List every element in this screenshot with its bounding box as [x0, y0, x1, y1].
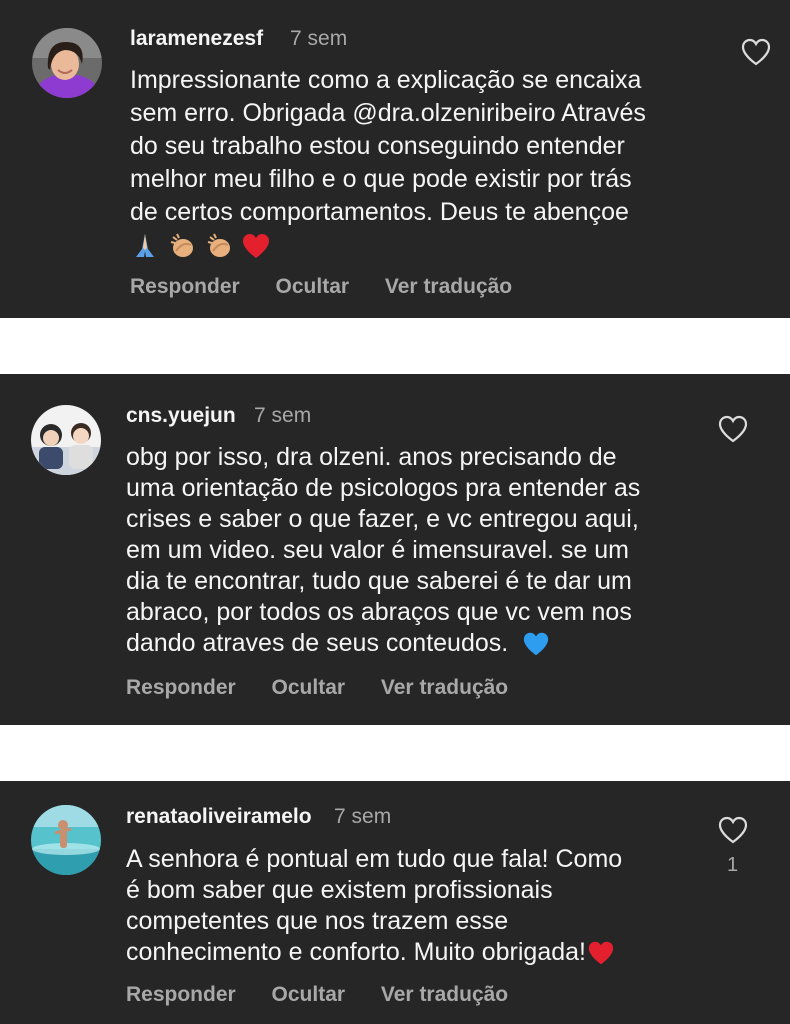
- clapping-hands-icon: [170, 233, 193, 258]
- hide-button[interactable]: Ocultar: [276, 275, 350, 299]
- comment-line: A senhora é pontual em tudo que fala! Co…: [126, 845, 623, 873]
- hide-button[interactable]: Ocultar: [272, 983, 346, 1007]
- avatar[interactable]: [32, 28, 102, 98]
- like-count: 1: [727, 854, 739, 876]
- comment-line: crises e saber o que fazer, e vc entrego…: [126, 505, 639, 533]
- like-heart-icon[interactable]: [717, 414, 749, 444]
- comment-timestamp: 7 sem: [290, 27, 348, 50]
- like-heart-icon[interactable]: [717, 815, 749, 845]
- comment-line: abraco, por todos os abraços que vc vem …: [126, 598, 632, 626]
- comment-timestamp: 7 sem: [254, 404, 312, 427]
- avatar[interactable]: [31, 405, 101, 475]
- comment-line: obg por isso, dra olzeni. anos precisand…: [126, 443, 617, 471]
- comment-card: cns.yuejun 7 sem obg por isso, dra olzen…: [0, 374, 790, 725]
- comment-line: uma orientação de psicologos pra entende…: [126, 474, 641, 502]
- emoji-line: [130, 229, 730, 262]
- comment-line: é bom saber que existem profissionais: [126, 876, 553, 904]
- comment-text: A senhora é pontual em tudo que fala! Co…: [126, 844, 726, 968]
- comment-line: conhecimento e conforto. Muito obrigada!: [126, 938, 586, 966]
- comment-line: Impressionante como a explicação se enca…: [130, 66, 642, 94]
- translate-button[interactable]: Ver tradução: [385, 275, 512, 299]
- comment-line: melhor meu filho e o que pode existir po…: [130, 165, 632, 193]
- comment-line: em um video. seu valor é imensuravel. se…: [126, 536, 629, 564]
- red-heart-icon: [588, 942, 614, 965]
- comment-line-last: conhecimento e conforto. Muito obrigada!: [126, 937, 726, 968]
- clapping-hands-icon: [207, 233, 230, 258]
- reply-button[interactable]: Responder: [126, 983, 236, 1007]
- reply-button[interactable]: Responder: [126, 676, 236, 700]
- comment-actions: Responder Ocultar Ver tradução: [130, 275, 512, 299]
- comment-line: sem erro. Obrigada @dra.olzeniribeiro At…: [130, 99, 646, 127]
- comment-timestamp: 7 sem: [334, 805, 392, 828]
- comment-line: dando atraves de seus conteudos.: [126, 629, 509, 657]
- comment-username[interactable]: renataoliveiramelo: [126, 805, 312, 829]
- comment-username[interactable]: laramenezesf: [130, 27, 263, 51]
- comment-actions: Responder Ocultar Ver tradução: [126, 983, 508, 1007]
- like-heart-icon[interactable]: [740, 37, 772, 67]
- comment-text: obg por isso, dra olzeni. anos precisand…: [126, 442, 726, 659]
- comment-username[interactable]: cns.yuejun: [126, 404, 236, 428]
- red-heart-icon: [242, 234, 269, 259]
- comment-line: de certos comportamentos. Deus te abenço…: [130, 198, 629, 226]
- blue-heart-icon: [524, 633, 549, 656]
- comment-actions: Responder Ocultar Ver tradução: [126, 676, 508, 700]
- comment-card: renataoliveiramelo 7 sem A senhora é pon…: [0, 781, 790, 1024]
- comment-line: competentes que nos trazem esse: [126, 907, 509, 935]
- reply-button[interactable]: Responder: [130, 275, 240, 299]
- hide-button[interactable]: Ocultar: [272, 676, 346, 700]
- comment-text: Impressionante como a explicação se enca…: [130, 64, 730, 262]
- comment-line: do seu trabalho estou conseguindo entend…: [130, 132, 625, 160]
- praying-hands-icon: [136, 234, 154, 258]
- comment-card: laramenezesf 7 sem Impressionante como a…: [0, 0, 790, 318]
- comment-line: dia te encontrar, tudo que saberei é te …: [126, 567, 632, 595]
- translate-button[interactable]: Ver tradução: [381, 676, 508, 700]
- comment-line-last: dando atraves de seus conteudos.: [126, 628, 726, 659]
- avatar[interactable]: [31, 805, 101, 875]
- translate-button[interactable]: Ver tradução: [381, 983, 508, 1007]
